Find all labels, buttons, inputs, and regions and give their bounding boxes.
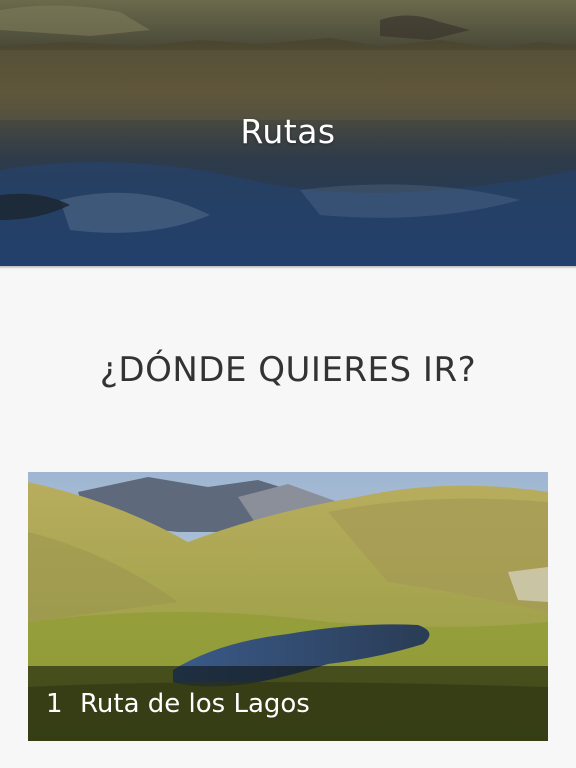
- route-card-1[interactable]: 1 Ruta de los Lagos: [28, 472, 548, 741]
- route-caption: 1 Ruta de los Lagos: [28, 666, 548, 741]
- route-number: 1: [46, 688, 63, 719]
- section-heading: ¿DÓNDE QUIERES IR?: [99, 350, 477, 390]
- header-banner: Rutas: [0, 0, 576, 266]
- page-title: Rutas: [240, 112, 336, 151]
- route-name: Ruta de los Lagos: [80, 688, 310, 719]
- header-divider: [0, 266, 576, 269]
